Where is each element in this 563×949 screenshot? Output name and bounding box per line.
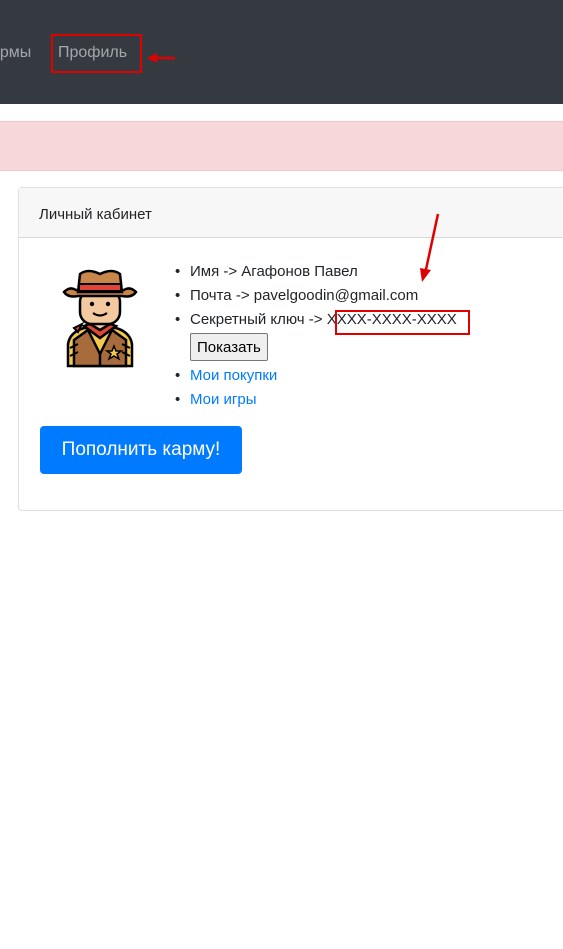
profile-info-list: Имя -> Агафонов Павел Почта -> pavelgood…	[175, 260, 457, 412]
my-purchases-link[interactable]: Мои покупки	[190, 367, 277, 384]
secret-key-label: Секретный ключ ->	[190, 311, 327, 328]
card-header: Личный кабинет	[19, 188, 563, 238]
topup-karma-button[interactable]: Пополнить карму!	[40, 426, 242, 474]
secret-key-highlight-box	[335, 310, 470, 335]
email-item: Почта -> pavelgoodin@gmail.com	[175, 284, 457, 308]
alert-banner	[0, 121, 563, 171]
games-item: Мои игры	[175, 388, 457, 412]
show-secret-button[interactable]: Показать	[190, 333, 268, 361]
my-games-link[interactable]: Мои игры	[190, 391, 257, 408]
purchases-item: Мои покупки	[175, 364, 457, 388]
arrow-left-icon	[147, 53, 175, 63]
profile-highlight-box	[51, 34, 142, 73]
arrow-down-icon	[420, 213, 440, 282]
name-item: Имя -> Агафонов Павел	[175, 260, 457, 284]
cowboy-avatar-icon	[62, 269, 138, 368]
card-title: Личный кабинет	[39, 206, 152, 223]
personal-account-card: Личный кабинет Имя -> Агафонов Павел Поч…	[18, 187, 563, 511]
nav-link-karma[interactable]: армы	[0, 44, 31, 62]
